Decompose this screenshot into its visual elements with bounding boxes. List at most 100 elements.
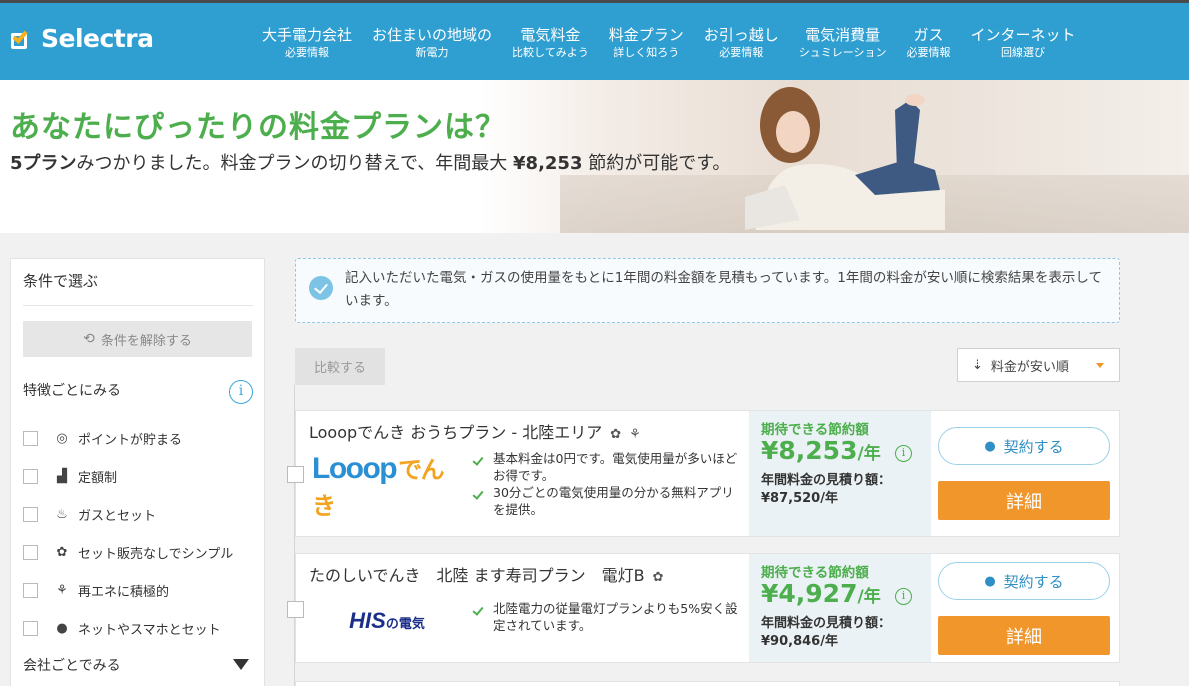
feature-text: 基本料金は0円です。電気使用量が多いほどお得です。: [493, 451, 738, 483]
detail-button[interactable]: 詳細: [938, 616, 1110, 655]
logo-sub: の電気: [385, 616, 425, 631]
checkmark-icon: [472, 604, 484, 616]
filter-checkbox[interactable]: [23, 544, 38, 560]
nav-item-internet[interactable]: インターネット 回線選び: [961, 25, 1086, 61]
hero-title: あなたにぴったりの料金プランは？: [10, 110, 506, 145]
saving-amount: ¥4,927/年: [761, 579, 881, 608]
estimate-value: ¥87,520/年: [761, 491, 838, 506]
estimate-label: 年間料金の見積り額：: [761, 616, 892, 631]
nav-subtitle: 必要情報: [285, 46, 329, 59]
feature-heading: 特徴ごとにみる: [23, 383, 121, 399]
filter-checkbox[interactable]: [23, 582, 38, 598]
nav-item-moving[interactable]: お引っ越し 必要情報: [694, 25, 789, 61]
sort-dropdown[interactable]: ⇣ 料金が安い順: [957, 348, 1120, 382]
saving-label: 期待できる節約額: [761, 422, 869, 438]
caret-down-icon: [1096, 363, 1104, 368]
contract-label: 契約する: [1003, 437, 1064, 456]
nav-title: ガス: [913, 26, 944, 44]
plan-card-his: たのしいでんき 北陸 ます寿司プラン 電灯B ✿ HISの電気 北陸電力の従量電灯…: [287, 553, 1120, 663]
filter-label: ネットやスマホとセット: [78, 622, 221, 638]
selectra-logo[interactable]: Selectra: [11, 24, 154, 53]
info-icon[interactable]: i: [229, 380, 253, 404]
flame-icon: ♨: [56, 506, 68, 522]
hero-sub-text-2: 節約が可能です。: [588, 153, 731, 174]
site-header: Selectra 大手電力会社 必要情報 お住まいの地域の 新電力 電気料金 比…: [0, 0, 1189, 80]
filter-checkbox[interactable]: [23, 468, 38, 484]
nav-subtitle: 詳しく知ろう: [613, 46, 680, 59]
estimate-label: 年間料金の見積り額：: [761, 473, 892, 488]
contract-button[interactable]: ● 契約する: [938, 562, 1110, 600]
filter-simple[interactable]: ✿ セット販売なしでシンプル: [23, 533, 233, 571]
flower-icon: ✿: [56, 544, 68, 560]
feature-text: 北陸電力の従量電灯プランよりも5%安く設定されています。: [493, 601, 738, 633]
hero-subtitle: 5プランみつかりました。料金プランの切り替えで、年間最大 ¥8,253 節約が可…: [10, 150, 740, 178]
nav-subtitle: 必要情報: [719, 46, 764, 59]
logo-text: Selectra: [41, 24, 154, 53]
contract-button[interactable]: ● 契約する: [938, 427, 1110, 465]
filter-checkbox[interactable]: [23, 620, 38, 636]
plan-features: 基本料金は0円です。電気使用量が多いほどお得です。 30分ごとの電気使用量の分か…: [472, 450, 742, 518]
plan-name-text: Looopでんき おうちプラン - 北陸エリア: [309, 423, 603, 442]
filter-sidebar: 条件で選ぶ ⟲ 条件を解除する 特徴ごとにみる i ◎ ポイントが貯まる ▟ 定…: [10, 258, 265, 686]
checkmark-icon: [472, 454, 484, 466]
his-logo: HISの電気: [312, 596, 462, 646]
plan-name[interactable]: Looopでんき おうちプラン - 北陸エリア ✿ ⚘: [309, 419, 641, 443]
plan-name-text: たのしいでんき 北陸 ます寿司プラン 電灯B: [309, 566, 645, 585]
triangle-down-icon[interactable]: [233, 659, 249, 670]
saving-value: ¥4,927: [761, 579, 858, 608]
main-nav: 大手電力会社 必要情報 お住まいの地域の 新電力 電気料金 比較してみよう 料金…: [252, 25, 1086, 61]
nav-item-major-power[interactable]: 大手電力会社 必要情報: [252, 25, 362, 61]
nav-subtitle: 比較してみよう: [512, 46, 589, 59]
divider: [23, 305, 253, 306]
nav-title: インターネット: [970, 26, 1076, 44]
filter-checkbox[interactable]: [23, 506, 38, 522]
flower-icon: ✿: [652, 570, 664, 585]
mouse-icon: ●: [984, 438, 996, 454]
estimate-value: ¥90,846/年: [761, 634, 838, 649]
chart-icon: ▟: [57, 468, 67, 484]
feature-item: 北陸電力の従量電灯プランよりも5%安く設定されています。: [472, 600, 742, 634]
nav-item-consumption[interactable]: 電気消費量 シュミレーション: [789, 25, 897, 61]
info-icon[interactable]: i: [895, 588, 912, 605]
saving-label: 期待できる節約額: [761, 565, 869, 581]
filter-gas-set[interactable]: ♨ ガスとセット: [23, 495, 233, 533]
compare-button[interactable]: 比較する: [295, 348, 385, 385]
clear-filters-button[interactable]: ⟲ 条件を解除する: [23, 321, 252, 357]
filter-checkbox[interactable]: [23, 430, 38, 446]
nav-item-rate-plans[interactable]: 料金プラン 詳しく知ろう: [599, 25, 694, 61]
compare-checkbox[interactable]: [287, 601, 304, 618]
info-icon[interactable]: i: [895, 445, 912, 462]
nav-title: お引っ越し: [703, 26, 779, 44]
nav-item-electricity-rates[interactable]: 電気料金 比較してみよう: [502, 25, 599, 61]
compare-checkbox[interactable]: [287, 466, 304, 483]
plan-name[interactable]: たのしいでんき 北陸 ます寿司プラン 電灯B ✿: [309, 562, 664, 586]
hero-sub-text-1: みつかりました。料金プランの切り替えで、年間最大: [76, 153, 508, 174]
checkmark-icon: [472, 488, 484, 500]
nav-item-local-power[interactable]: お住まいの地域の 新電力: [362, 25, 502, 61]
plan-card-looop: Looopでんき おうちプラン - 北陸エリア ✿ ⚘ Looopでんき 基本料金は…: [287, 410, 1120, 537]
filter-label: セット販売なしでシンプル: [78, 546, 234, 562]
filter-renewable[interactable]: ⚘ 再エネに積極的: [23, 571, 233, 609]
sort-icon: ⇣: [972, 357, 983, 373]
hero-woman-image: [745, 87, 945, 230]
detail-button[interactable]: 詳細: [938, 481, 1110, 520]
filter-net-phone[interactable]: ● ネットやスマホとセット: [23, 609, 233, 647]
feature-item: 30分ごとの電気使用量の分かる無料アプリを提供。: [472, 484, 742, 518]
checkbox-logo-icon: [11, 27, 35, 51]
nav-subtitle: 必要情報: [906, 46, 951, 59]
header-topline: [0, 0, 1189, 3]
filter-title: 条件で選ぶ: [23, 272, 99, 290]
plan-features: 北陸電力の従量電灯プランよりも5%安く設定されています。: [472, 600, 742, 634]
savings-panel: 期待できる節約額 ¥4,927/年 i 年間料金の見積り額： ¥90,846/年: [749, 554, 931, 662]
nav-title: 電気料金: [520, 26, 581, 44]
filter-label: 定額制: [78, 470, 118, 486]
nav-title: 料金プラン: [608, 26, 684, 44]
clear-filters-label: 条件を解除する: [100, 333, 192, 349]
logo-main: Looop: [312, 452, 398, 485]
filter-flat-rate[interactable]: ▟ 定額制: [23, 457, 233, 495]
company-heading[interactable]: 会社ごとでみる: [23, 655, 121, 675]
coin-icon: ◎: [56, 430, 68, 446]
filter-points[interactable]: ◎ ポイントが貯まる: [23, 419, 233, 457]
nav-item-gas[interactable]: ガス 必要情報: [897, 25, 961, 61]
nav-subtitle: 回線選び: [1001, 46, 1046, 59]
